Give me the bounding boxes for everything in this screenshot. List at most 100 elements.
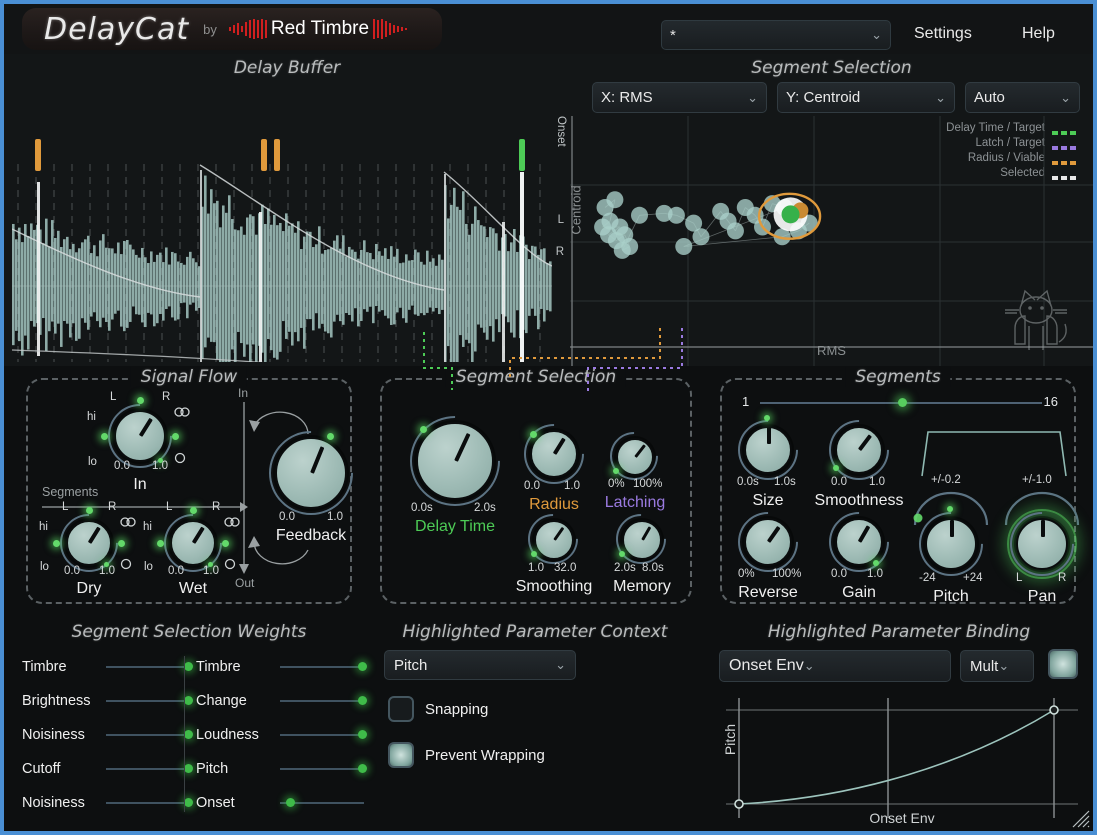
segments-panel: Segments 1 16 0.0s 1.0s Size [720,378,1076,604]
weight-slider-thumb[interactable] [184,730,193,739]
binding-enable-toggle[interactable] [1048,649,1078,679]
knob-gain-min: 0.0 [831,568,847,580]
weight-slider[interactable] [106,762,190,776]
knob-latching[interactable]: 0% 100% Latching [616,438,654,476]
knob-pan-min: L [1016,572,1022,584]
chevron-down-icon: ⌄ [871,27,882,43]
binding-source-dropdown[interactable]: Onset Env ⌄ [719,650,951,682]
binding-y-axis-label: Pitch [722,724,738,755]
weight-slider-thumb[interactable] [358,764,367,773]
knob-reverse-max: 100% [772,568,801,580]
knob-delay-time[interactable]: 0.0s 2.0s Delay Time [416,422,494,500]
prevent-wrapping-label: Prevent Wrapping [425,747,545,764]
knob-in[interactable]: L R hi lo 0.0 1.0 In [114,410,166,462]
weight-slider[interactable] [106,728,190,742]
weight-row: Noisiness [22,786,190,820]
segment-count-thumb[interactable] [898,398,907,407]
knob-dry[interactable]: L R hi lo 0.0 1.0 Dry [66,520,112,566]
weight-row: Loudness [196,718,364,752]
mono-circle-icon[interactable] [120,558,132,570]
preset-dropdown[interactable]: * ⌄ [661,20,891,50]
scatter-point[interactable] [606,191,623,208]
segment-envelope-shape[interactable] [918,428,1070,478]
scatter-x-axis-label: RMS [817,343,846,358]
knob-size-max: 1.0s [774,476,796,488]
weight-slider[interactable] [106,694,190,708]
weight-slider-thumb[interactable] [358,696,367,705]
knob-feedback[interactable]: 0.0 1.0 Feedback [275,437,347,509]
scatter-point[interactable] [727,222,744,239]
weight-row: Onset [196,786,364,820]
prevent-wrapping-checkbox[interactable] [388,742,414,768]
delay-buffer-waveform [4,54,570,366]
stereo-link-icon[interactable] [174,406,190,418]
knob-reverse[interactable]: 0% 100% Reverse [744,518,792,566]
context-parameter-dropdown[interactable]: Pitch ⌄ [384,650,576,680]
knob-smoothing[interactable]: 1.0 32.0 Smoothing [534,520,574,560]
weight-slider-track [106,666,190,668]
binding-mode-dropdown[interactable]: Mult ⌄ [960,650,1034,682]
knob-wet-label: Wet [93,580,293,598]
weight-label: Brightness [22,693,106,709]
scatter-y-axis-label: Centroid [570,185,584,234]
buffer-left-label: L [558,214,564,226]
knob-dry-hi-label: hi [39,521,48,533]
weight-slider-thumb[interactable] [358,662,367,671]
weight-slider[interactable] [280,762,364,776]
knob-wet[interactable]: L R hi lo 0.0 1.0 Wet [170,520,216,566]
weights-column-left: TimbreBrightnessNoisinessCutoffNoisiness [22,650,190,820]
weight-slider-thumb[interactable] [184,662,193,671]
snapping-row[interactable]: Snapping [388,696,488,722]
weight-slider[interactable] [280,728,364,742]
weight-label: Loudness [196,727,280,743]
knob-delay-time-label: Delay Time [355,518,555,536]
scatter-point[interactable] [631,207,648,224]
knob-radius[interactable]: 0.0 1.0 Radius [530,430,578,478]
scatter-point[interactable] [668,207,685,224]
prevent-wrapping-row[interactable]: Prevent Wrapping [388,742,545,768]
knob-pitch[interactable]: +/-0.2 -24 +24 Pitch [925,518,977,570]
settings-button[interactable]: Settings [914,25,972,43]
weight-slider[interactable] [106,796,190,810]
scatter-point[interactable] [693,228,710,245]
weight-slider-thumb[interactable] [184,764,193,773]
knob-pan-label: Pan [942,588,1093,606]
scatter-point[interactable] [675,238,692,255]
segment-selection-display[interactable]: Segment Selection X: RMS ⌄ Y: Centroid ⌄… [570,54,1093,366]
scatter-selected-point[interactable] [782,205,800,223]
knob-in-max: 1.0 [152,460,168,472]
weight-slider[interactable] [280,796,364,810]
knob-dry-lo-label: lo [40,561,49,573]
knob-gain[interactable]: 0.0 1.0 Gain [835,518,883,566]
knob-smoothness-max: 1.0 [869,476,885,488]
knob-feedback-min: 0.0 [279,511,295,523]
weight-label: Timbre [22,659,106,675]
weight-slider-thumb[interactable] [184,696,193,705]
product-name: DelayCat [44,12,189,47]
scatter-point[interactable] [614,242,631,259]
binding-source-value: Onset Env [729,657,804,675]
weight-slider[interactable] [280,694,364,708]
weight-slider-thumb[interactable] [184,798,193,807]
mono-circle-icon[interactable] [224,558,236,570]
knob-smoothness[interactable]: 0.0 1.0 Smoothness [835,426,883,474]
resize-handle[interactable] [1069,807,1091,829]
knob-wet-hi-label: hi [143,521,152,533]
snapping-checkbox[interactable] [388,696,414,722]
segment-count-slider[interactable]: 1 16 [738,394,1062,412]
stereo-link-icon[interactable] [120,516,136,528]
weight-slider-thumb[interactable] [286,798,295,807]
binding-curve-graph[interactable] [716,694,1088,824]
weight-slider[interactable] [106,660,190,674]
chevron-down-icon: ⌄ [804,658,815,674]
knob-smoothing-min: 1.0 [528,562,544,574]
delay-buffer-display[interactable]: Delay Buffer [4,54,570,366]
knob-feedback-max: 1.0 [327,511,343,523]
mono-circle-icon[interactable] [174,452,186,464]
knob-size[interactable]: 0.0s 1.0s Size [744,426,792,474]
knob-memory[interactable]: 2.0s 8.0s Memory [622,520,662,560]
weight-slider-thumb[interactable] [358,730,367,739]
help-button[interactable]: Help [1022,25,1055,43]
weight-slider[interactable] [280,660,364,674]
knob-pan[interactable]: +/-1.0 L R Pan [1016,518,1068,570]
